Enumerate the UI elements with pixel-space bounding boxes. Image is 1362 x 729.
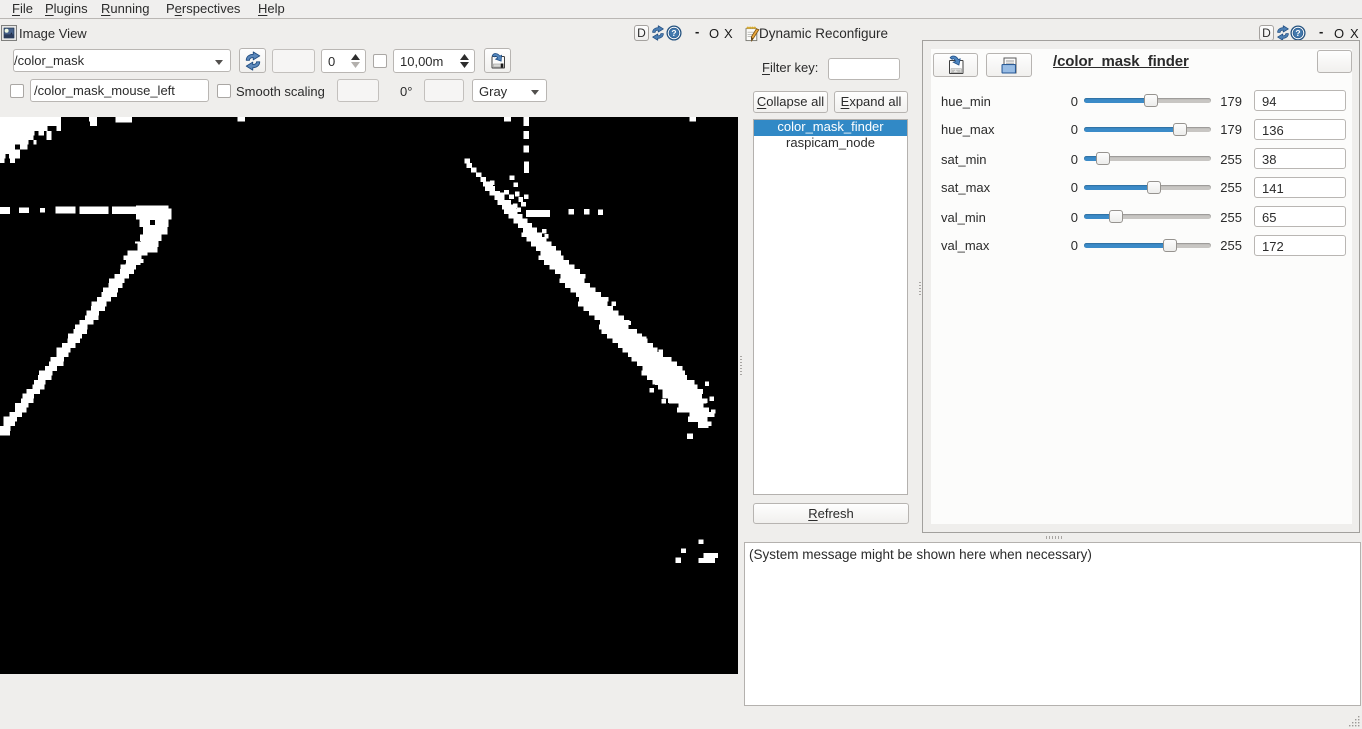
svg-text:?: ? bbox=[1295, 28, 1300, 38]
svg-text:?: ? bbox=[671, 28, 676, 38]
